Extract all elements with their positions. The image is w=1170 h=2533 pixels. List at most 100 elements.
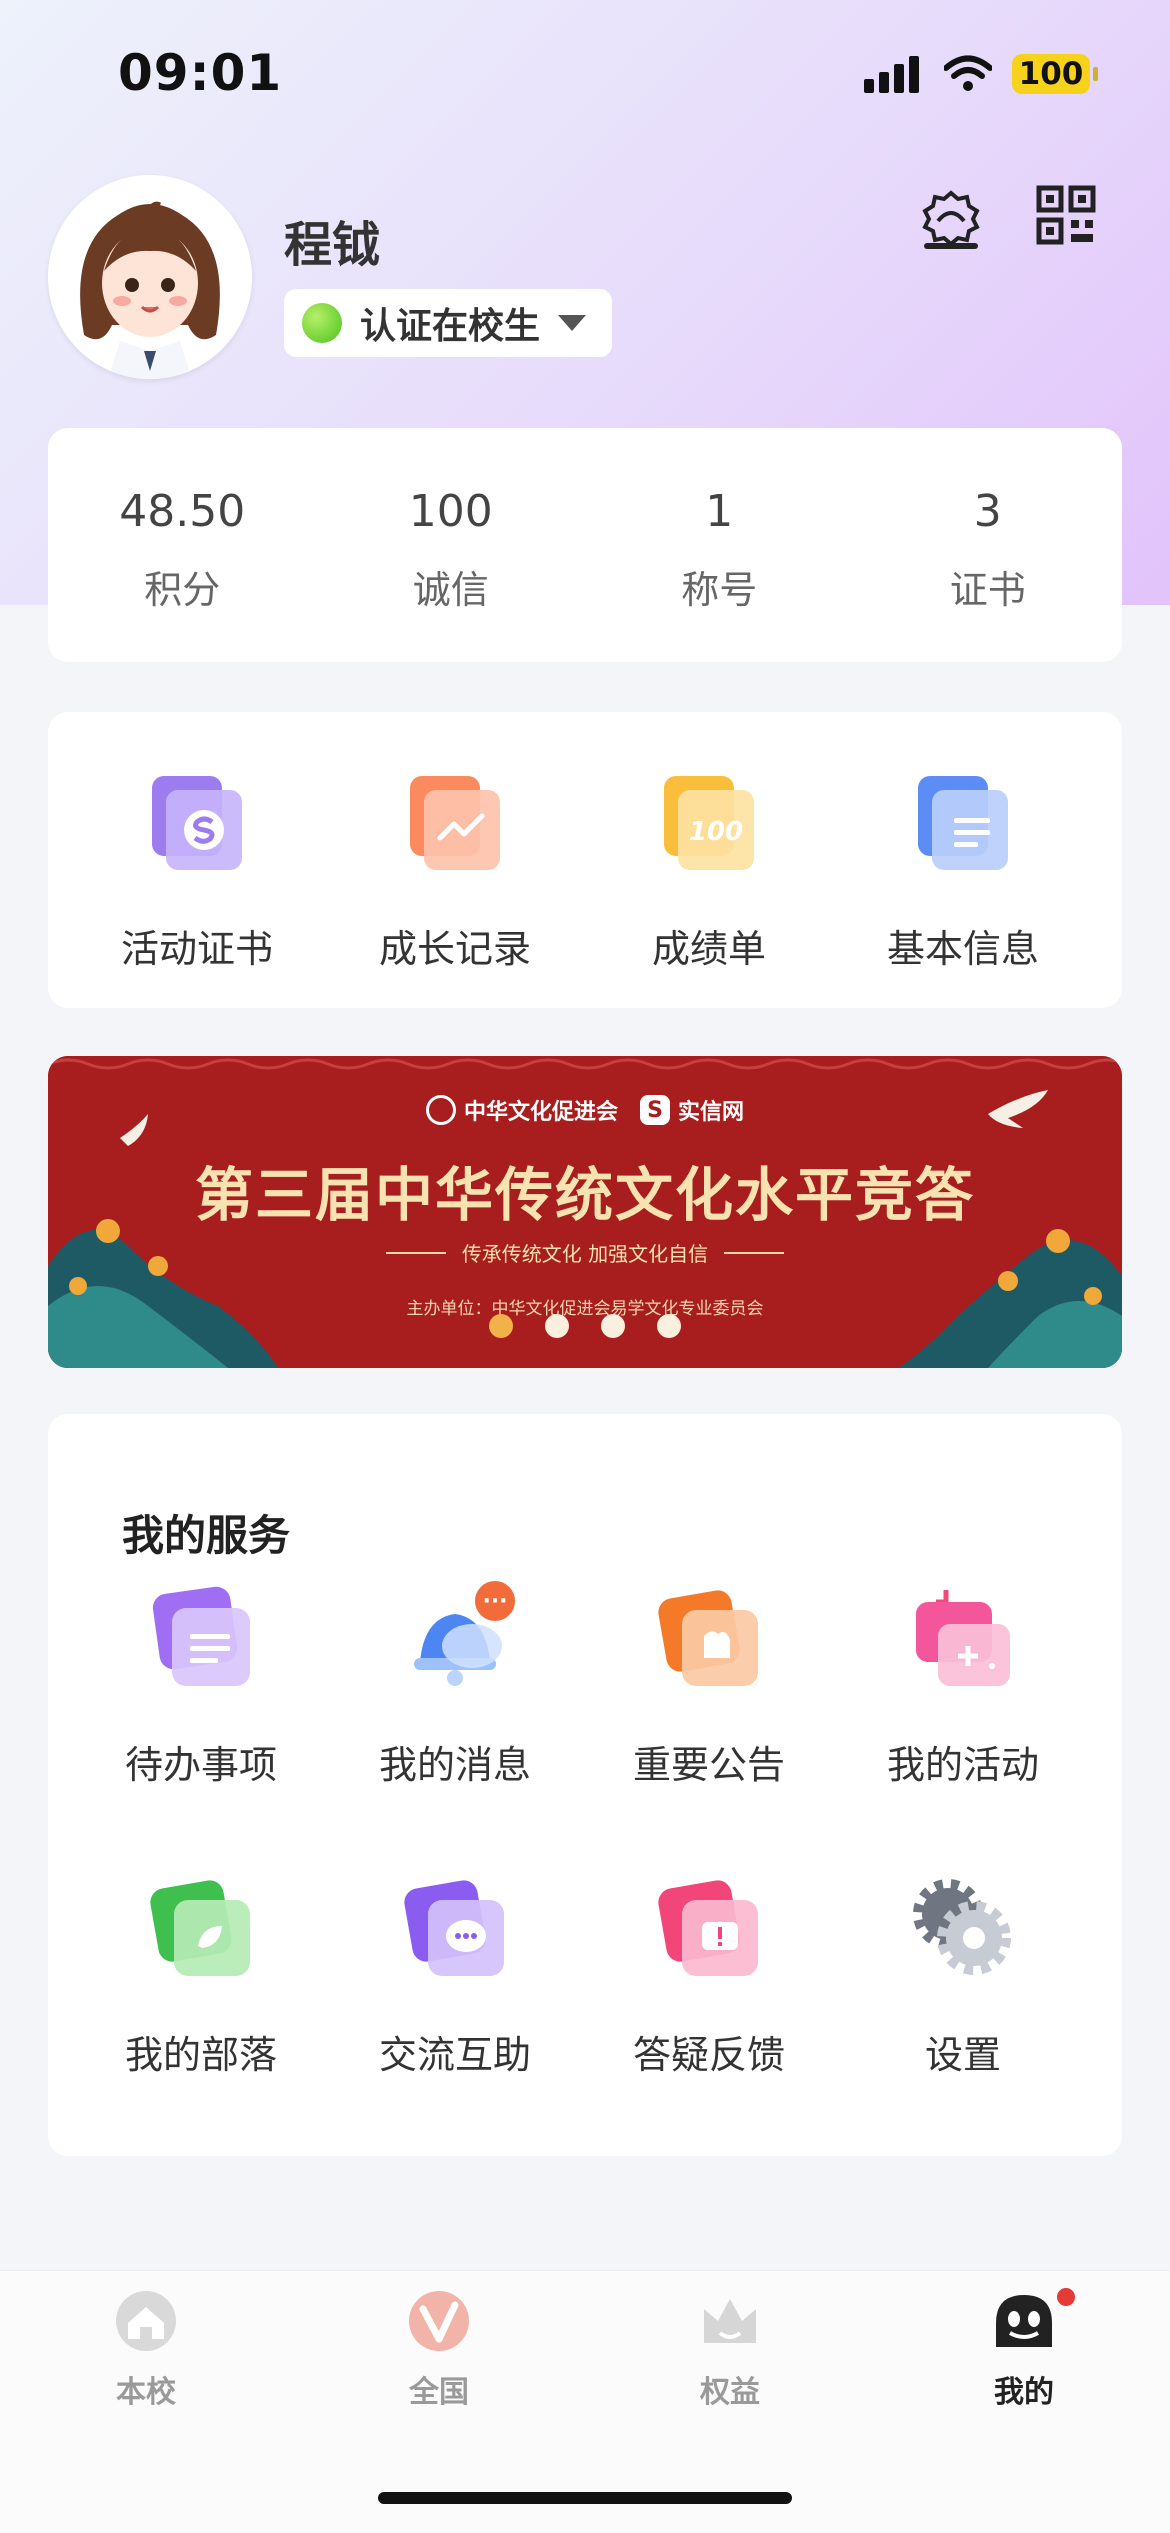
stat-titles[interactable]: 1 称号 xyxy=(585,428,854,662)
stat-points[interactable]: 48.50 积分 xyxy=(48,428,317,662)
verification-badge[interactable]: 认证在校生 xyxy=(284,289,612,357)
banner-org1: 中华文化促进会 xyxy=(425,1094,618,1126)
avatar-girl-icon xyxy=(48,175,252,379)
tab-rights[interactable]: 权益 xyxy=(660,2289,800,2411)
todo-list-icon xyxy=(146,1584,256,1694)
medal-button[interactable] xyxy=(916,185,986,255)
status-time: 09:01 xyxy=(118,44,283,102)
message-bell-icon: ··· xyxy=(400,1578,518,1694)
quick-link-certificate[interactable]: 活动证书 xyxy=(70,768,324,973)
tab-label: 权益 xyxy=(700,2375,760,2410)
services-card: 我的服务 待办事项 ··· 我的消息 重要公告 我的活动 我的部落 交流互助 答… xyxy=(48,1414,1122,2156)
quick-link-label: 活动证书 xyxy=(120,927,273,971)
username: 程钺 xyxy=(284,217,381,273)
stat-value: 48.50 xyxy=(119,486,246,537)
service-label: 我的活动 xyxy=(886,1743,1039,1787)
services-title: 我的服务 xyxy=(122,1511,291,1560)
stat-value: 100 xyxy=(408,486,493,537)
tribe-icon xyxy=(146,1874,256,1984)
tab-mine[interactable]: 我的 xyxy=(954,2285,1094,2411)
banner-org-row: 中华文化促进会 S 实信网 xyxy=(48,1094,1122,1126)
growth-chart-icon xyxy=(400,768,510,878)
profile-ghost-icon xyxy=(996,2295,1052,2347)
tab-label: 我的 xyxy=(994,2375,1054,2410)
banner-org2-label: 实信网 xyxy=(678,1100,745,1125)
divider xyxy=(385,1251,446,1254)
service-label: 我的部落 xyxy=(124,2033,277,2077)
feedback-icon xyxy=(654,1874,764,1984)
quick-link-transcript[interactable]: 100 成绩单 xyxy=(582,768,836,973)
stat-label: 诚信 xyxy=(412,568,489,612)
service-messages[interactable]: ··· 我的消息 xyxy=(328,1578,582,1789)
avatar[interactable] xyxy=(48,175,252,379)
status-dot-icon xyxy=(302,303,342,343)
school-home-icon xyxy=(116,2291,176,2351)
shixin-logo-icon: S xyxy=(640,1095,670,1125)
stat-value: 3 xyxy=(973,486,1002,537)
banner-subtitle: 传承传统文化 加强文化自信 xyxy=(461,1242,709,1266)
activity-icon xyxy=(908,1584,1018,1694)
qr-code-icon xyxy=(1036,185,1096,245)
medal-icon xyxy=(922,190,980,249)
tab-school[interactable]: 本校 xyxy=(76,2289,216,2411)
tab-label: 全国 xyxy=(409,2375,469,2410)
service-label: 重要公告 xyxy=(632,1743,785,1787)
settings-gear-icon xyxy=(908,1874,1018,1984)
svg-text:100: 100 xyxy=(689,817,743,847)
tab-label: 本校 xyxy=(116,2375,176,2410)
stat-certificates[interactable]: 3 证书 xyxy=(854,428,1123,662)
home-indicator xyxy=(378,2492,792,2504)
org-logo-icon xyxy=(425,1095,456,1125)
service-announcements[interactable]: 重要公告 xyxy=(582,1584,836,1789)
banner-org1-label: 中华文化促进会 xyxy=(463,1100,618,1125)
carousel-dot[interactable] xyxy=(489,1314,513,1338)
quick-link-label: 基本信息 xyxy=(886,927,1039,971)
stat-label: 积分 xyxy=(144,568,221,612)
quick-links-card: 活动证书 成长记录 100 成绩单 基本信息 xyxy=(48,712,1122,1008)
service-label: 设置 xyxy=(924,2033,1001,2077)
banner-subtitle-row: 传承传统文化 加强文化自信 xyxy=(48,1238,1122,1267)
stat-label: 称号 xyxy=(681,568,758,612)
carousel-indicator[interactable] xyxy=(48,1314,1122,1338)
carousel-dot[interactable] xyxy=(601,1314,625,1338)
promo-banner[interactable]: 中华文化促进会 S 实信网 第三届中华传统文化水平竞答 传承传统文化 加强文化自… xyxy=(48,1056,1122,1368)
service-label: 待办事项 xyxy=(124,1743,277,1787)
rights-crown-icon xyxy=(704,2299,756,2343)
verification-badge-label: 认证在校生 xyxy=(360,306,541,347)
wifi-icon xyxy=(944,55,992,91)
announcement-icon xyxy=(654,1584,764,1694)
carousel-dot[interactable] xyxy=(545,1314,569,1338)
stat-value: 1 xyxy=(705,486,734,537)
tab-national[interactable]: 全国 xyxy=(369,2289,509,2411)
chat-help-icon xyxy=(400,1874,510,1984)
service-activities[interactable]: 我的活动 xyxy=(836,1584,1090,1789)
notification-dot xyxy=(1054,2285,1078,2309)
banner-title: 第三届中华传统文化水平竞答 xyxy=(194,1161,975,1229)
service-label: 答疑反馈 xyxy=(632,2033,785,2077)
stat-label: 证书 xyxy=(949,568,1026,612)
stat-integrity[interactable]: 100 诚信 xyxy=(317,428,586,662)
signal-icon xyxy=(864,56,919,93)
national-v-icon xyxy=(409,2291,469,2351)
quick-link-label: 成长记录 xyxy=(378,927,531,971)
service-chat-help[interactable]: 交流互助 xyxy=(328,1874,582,2079)
service-settings[interactable]: 设置 xyxy=(836,1874,1090,2079)
banner-org2: S 实信网 xyxy=(640,1094,744,1126)
qr-code-button[interactable] xyxy=(1036,185,1106,255)
certificate-icon xyxy=(142,768,252,878)
quick-link-basic-info[interactable]: 基本信息 xyxy=(836,768,1090,973)
service-todo[interactable]: 待办事项 xyxy=(74,1584,328,1789)
status-icons: 100 xyxy=(864,52,1098,96)
quick-link-label: 成绩单 xyxy=(651,927,766,971)
caret-down-icon xyxy=(558,315,587,331)
info-document-icon xyxy=(908,768,1018,878)
message-badge: ··· xyxy=(472,1578,518,1624)
carousel-dot[interactable] xyxy=(657,1314,681,1338)
service-label: 我的消息 xyxy=(378,1743,531,1787)
service-label: 交流互助 xyxy=(378,2033,531,2077)
service-feedback[interactable]: 答疑反馈 xyxy=(582,1874,836,2079)
transcript-icon: 100 xyxy=(654,768,764,878)
quick-link-growth[interactable]: 成长记录 xyxy=(328,768,582,973)
service-tribe[interactable]: 我的部落 xyxy=(74,1874,328,2079)
divider xyxy=(724,1251,785,1254)
